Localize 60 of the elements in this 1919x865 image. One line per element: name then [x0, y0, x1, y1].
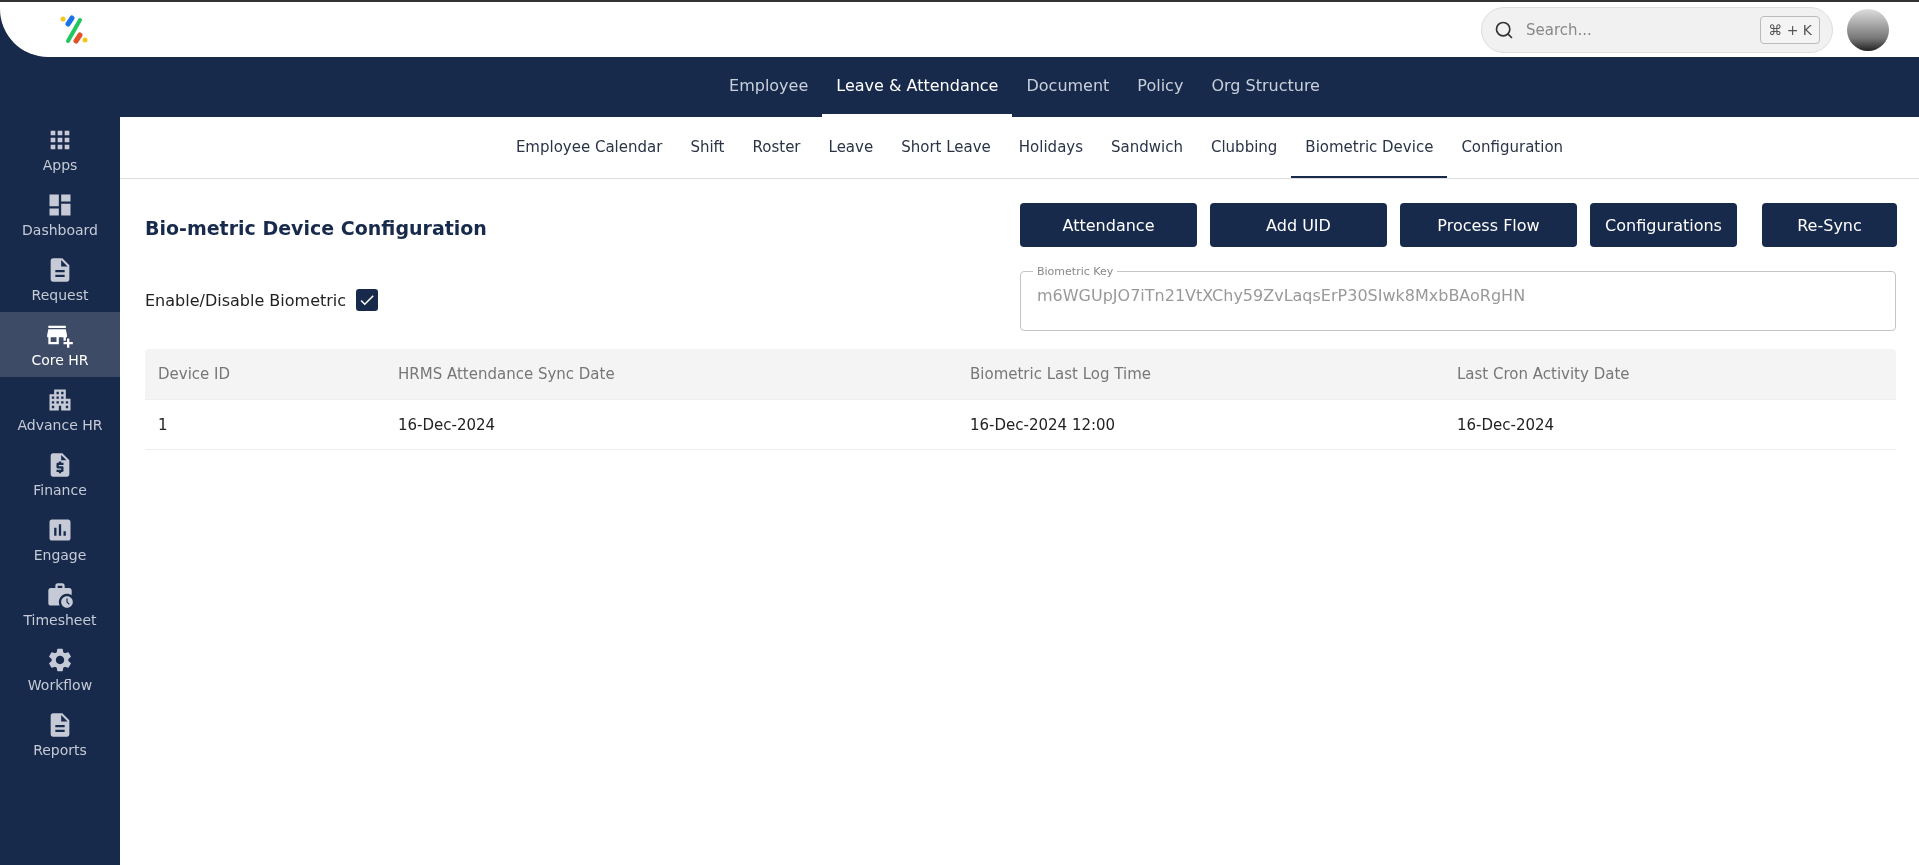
sub-tab[interactable]: Roster	[738, 117, 815, 178]
action-button[interactable]: Attendance	[1020, 203, 1197, 247]
search-input[interactable]: Search...	[1524, 19, 1751, 40]
checkbox-label: Enable/Disable Biometric	[145, 290, 347, 310]
column-header: Device ID	[157, 365, 232, 383]
sub-tab[interactable]: Configuration	[1447, 117, 1578, 178]
action-button[interactable]: Process Flow	[1400, 203, 1577, 247]
checkbox[interactable]	[356, 289, 379, 311]
table-cell-text: 16-Dec-2024	[397, 415, 497, 434]
field-label: Biometric Key	[1036, 265, 1115, 278]
sidebar-item[interactable]: Request	[0, 247, 120, 312]
sidebar-item[interactable]: Advance HR	[0, 377, 120, 442]
search-field[interactable]: Search... ⌘ + K	[1481, 6, 1833, 53]
page-title: Bio-metric Device Configuration	[145, 217, 488, 239]
sub-tab[interactable]: Clubbing	[1196, 117, 1292, 178]
avatar[interactable]	[1847, 8, 1889, 51]
sidebar-item[interactable]: Apps	[0, 117, 120, 182]
sidebar-label: Advance HR	[17, 417, 103, 433]
sidebar-label: Reports	[33, 742, 87, 758]
action-button[interactable]: Configurations	[1590, 203, 1737, 247]
table-cell-text: 16-Dec-2024 12:00	[969, 415, 1117, 434]
shortcut-hint: ⌘ + K	[1760, 15, 1820, 44]
sub-tab[interactable]: Leave	[814, 117, 888, 178]
sidebar-label: Timesheet	[23, 612, 97, 628]
sub-tab[interactable]: Shift	[676, 117, 739, 178]
sidebar-item[interactable]: Dashboard	[0, 182, 120, 247]
settings-icon	[46, 646, 74, 674]
nav-tab[interactable]: Policy	[1123, 57, 1198, 117]
sub-tab[interactable]: Sandwich	[1097, 117, 1197, 178]
sidebar-label: Workflow	[27, 677, 93, 693]
nav-tab[interactable]: Document	[1012, 57, 1124, 117]
nav-tab[interactable]: Employee	[715, 57, 823, 117]
sidebar-label: Engage	[33, 547, 87, 563]
sidebar-label: Request	[31, 287, 89, 303]
sidebar-item[interactable]: Engage	[0, 507, 120, 572]
sub-tab[interactable]: Employee Calendar	[501, 117, 677, 178]
sidebar-item[interactable]: Core HR	[0, 312, 120, 377]
biometric-key-field[interactable]: Biometric Key m6WGUpJO7iTn21VtXChy59ZvLaqsErP30SIwk8MxbBAoRgHN	[1020, 265, 1896, 331]
action-button[interactable]: Re-Sync	[1762, 203, 1897, 247]
field-value: m6WGUpJO7iTn21VtXChy59ZvLaqsErP30SIwk8MxbBAoRgHN	[1037, 286, 1526, 305]
sub-tab[interactable]: Short Leave	[887, 117, 1005, 178]
sub-tab[interactable]: Holidays	[1004, 117, 1098, 178]
sidebar-item[interactable]: Finance	[0, 442, 120, 507]
table-cell-text: 1	[157, 415, 169, 434]
sub-tab[interactable]: Biometric Device	[1291, 117, 1448, 178]
sidebar-label: Finance	[33, 482, 87, 498]
sidebar-item[interactable]: Reports	[0, 702, 120, 767]
search-icon	[1494, 19, 1514, 40]
sidebar-item[interactable]: Workflow	[0, 637, 120, 702]
column-header: Last Cron Activity Date	[1456, 365, 1631, 383]
sidebar-label: Core HR	[31, 352, 89, 368]
nav-tab[interactable]: Org Structure	[1197, 57, 1334, 117]
action-button[interactable]: Add UID	[1210, 203, 1387, 247]
column-header: Biometric Last Log Time	[969, 365, 1152, 383]
sidebar-label: Apps	[42, 157, 78, 173]
column-header: HRMS Attendance Sync Date	[397, 365, 616, 383]
sidebar-item[interactable]: Timesheet	[0, 572, 120, 637]
sidebar-label: Dashboard	[22, 222, 98, 238]
briefcase-clock-icon	[46, 581, 74, 609]
table-cell-text: 16-Dec-2024	[1456, 415, 1556, 434]
